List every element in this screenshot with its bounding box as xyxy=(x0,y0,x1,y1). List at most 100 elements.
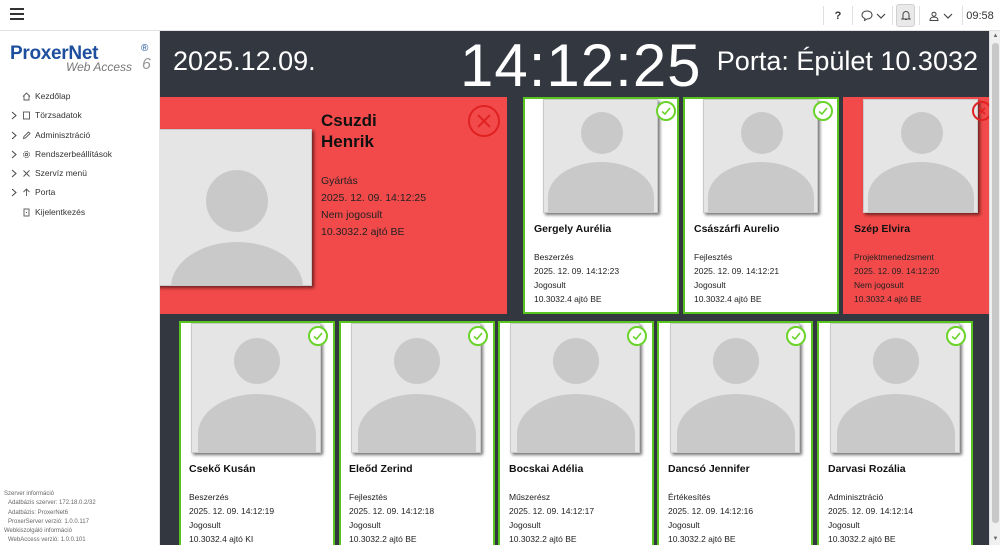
checkmark-icon xyxy=(813,101,833,121)
person-photo-placeholder xyxy=(160,129,312,286)
person-photo-placeholder xyxy=(351,323,481,453)
sidebar: ProxerNet ® Web Access 6 Kezdőlap Törzsa… xyxy=(0,31,160,545)
access-timestamp: 2025. 12. 09. 14:12:17 xyxy=(509,506,595,516)
header-date: 2025.12.09. xyxy=(173,46,316,76)
access-card[interactable]: Szép Elvira Projektmenedzsment 2025. 12.… xyxy=(843,97,989,314)
divider xyxy=(823,6,824,25)
access-status: Jogosult xyxy=(349,520,381,530)
access-card[interactable]: Gergely Aurélia Beszerzés 2025. 12. 09. … xyxy=(523,97,679,314)
sidebar-item-label: Szervíz menü xyxy=(35,168,87,179)
server-info-database: Adatbázis: ProxerNet6 xyxy=(8,509,69,516)
access-door: 10.3032.2 ajtó BE xyxy=(828,534,896,544)
denied-icon xyxy=(972,101,989,121)
server-info-db-server: Adatbázis szerver: 172.18.0.2/32 xyxy=(8,500,96,507)
logo-sub-text: Web Access xyxy=(66,60,133,74)
access-timestamp: 2025. 12. 09. 14:12:16 xyxy=(668,506,754,516)
chevron-right-icon xyxy=(10,111,18,120)
pencil-icon xyxy=(22,130,31,140)
top-bar: ? 09:58 xyxy=(0,0,1000,31)
divider xyxy=(962,6,963,25)
sidebar-item-label: Kezdőlap xyxy=(35,91,71,101)
person-department: Beszerzés xyxy=(534,252,574,262)
proxernet-logo: ProxerNet ® Web Access 6 xyxy=(10,43,156,79)
notifications-button[interactable] xyxy=(896,4,915,27)
sidebar-item-kezdolap[interactable]: Kezdőlap xyxy=(0,87,160,106)
hamburger-menu-icon[interactable] xyxy=(10,8,24,22)
user-icon xyxy=(929,11,939,21)
sidebar-item-label: Kijelentkezés xyxy=(35,206,86,217)
access-card[interactable]: Eleőd Zerind Fejlesztés 2025. 12. 09. 14… xyxy=(339,321,495,545)
person-department: Értékesítés xyxy=(668,492,711,502)
access-door: 10.3032.4 ajtó BE xyxy=(534,294,602,304)
sidebar-item-label: Adminisztráció xyxy=(35,129,91,140)
chat-button[interactable] xyxy=(856,0,890,31)
access-status: Jogosult xyxy=(828,520,860,530)
access-status: Nem jogosult xyxy=(321,209,383,221)
checkmark-icon xyxy=(946,326,966,346)
access-card[interactable]: Bocskai Adélia Műszerész 2025. 12. 09. 1… xyxy=(498,321,654,545)
chevron-down-icon xyxy=(943,13,953,19)
sidebar-item-label: Törzsadatok xyxy=(35,110,82,121)
access-card[interactable]: Csekő Kusán Beszerzés 2025. 12. 09. 14:1… xyxy=(179,321,335,545)
help-button[interactable]: ? xyxy=(829,0,847,31)
chevron-right-icon xyxy=(10,188,18,197)
header-clock: 14:12:25 xyxy=(460,32,702,99)
person-name: Bocskai Adélia xyxy=(509,463,584,475)
server-info-title: Szerver információ xyxy=(4,491,55,497)
person-photo-placeholder xyxy=(510,323,640,453)
access-timestamp: 2025. 12. 09. 14:12:18 xyxy=(349,506,435,516)
scroll-down-arrow-icon[interactable]: ▼ xyxy=(992,536,999,543)
access-status: Jogosult xyxy=(509,520,541,530)
gear-icon xyxy=(22,150,31,159)
scrollbar-thumb[interactable] xyxy=(992,43,999,523)
document-icon xyxy=(22,111,31,120)
sidebar-item-label: Porta xyxy=(35,187,56,198)
access-card[interactable]: Dancsó Jennifer Értékesítés 2025. 12. 09… xyxy=(657,321,813,545)
access-door: 10.3032.4 ajtó KI xyxy=(189,534,254,544)
sidebar-nav: Kezdőlap Törzsadatok Adminisztráció Rend… xyxy=(0,87,160,222)
person-photo-placeholder xyxy=(670,323,800,453)
door-icon xyxy=(22,188,31,197)
sidebar-item-porta[interactable]: Porta xyxy=(0,183,160,202)
person-department: Projektmenedzsment xyxy=(854,252,934,262)
person-photo-placeholder xyxy=(191,323,321,453)
access-status: Jogosult xyxy=(668,520,700,530)
chevron-right-icon xyxy=(10,150,18,159)
porta-monitor: 2025.12.09. 14:12:25 Porta: Épület 10.30… xyxy=(160,31,989,545)
person-photo-placeholder xyxy=(703,99,818,213)
person-name: Gergely Aurélia xyxy=(534,223,612,235)
access-door: 10.3032.2 ajtó BE xyxy=(349,534,417,544)
sidebar-item-szerviz-menu[interactable]: Szervíz menü xyxy=(0,164,160,183)
sidebar-item-kijelentkezes[interactable]: Kijelentkezés xyxy=(0,203,160,222)
checkmark-icon xyxy=(656,101,676,121)
person-photo-placeholder xyxy=(863,99,978,213)
access-timestamp: 2025. 12. 09. 14:12:20 xyxy=(854,266,940,276)
server-info-proxerserver-version: ProxerServer verzió: 1.0.0.117 xyxy=(8,518,89,525)
access-status: Nem jogosult xyxy=(854,280,904,290)
person-name: Darvasi Rozália xyxy=(828,463,906,475)
person-name: Eleőd Zerind xyxy=(349,463,413,475)
checkmark-icon xyxy=(627,326,647,346)
access-card[interactable]: Császárfi Aurelio Fejlesztés 2025. 12. 0… xyxy=(683,97,839,314)
access-status: Jogosult xyxy=(189,520,221,530)
user-menu-button[interactable] xyxy=(924,0,958,31)
scroll-up-arrow-icon[interactable]: ▲ xyxy=(992,33,999,40)
access-timestamp: 2025. 12. 09. 14:12:25 xyxy=(321,192,427,204)
access-status: Jogosult xyxy=(694,280,726,290)
chevron-down-icon xyxy=(876,13,885,19)
chat-bubble-icon xyxy=(860,10,873,21)
access-timestamp: 2025. 12. 09. 14:12:21 xyxy=(694,266,780,276)
sidebar-item-torzsadatok[interactable]: Törzsadatok xyxy=(0,106,160,125)
person-photo-placeholder xyxy=(830,323,960,453)
access-door: 10.3032.2 ajtó BE xyxy=(668,534,736,544)
access-card-latest[interactable]: Csuzdi Henrik Gyártás 2025. 12. 09. 14:1… xyxy=(160,97,507,314)
sidebar-item-rendszerbeallitasok[interactable]: Rendszerbeállítások xyxy=(0,145,160,164)
access-door: 10.3032.2 ajtó BE xyxy=(509,534,577,544)
access-timestamp: 2025. 12. 09. 14:12:14 xyxy=(828,506,914,516)
vertical-scrollbar[interactable]: ▲ ▼ xyxy=(989,31,1000,545)
person-department: Műszerész xyxy=(509,492,551,502)
clock-display: 09:58 xyxy=(966,9,994,22)
access-door: 10.3032.2 ajtó BE xyxy=(321,226,405,238)
sidebar-item-adminisztracio[interactable]: Adminisztráció xyxy=(0,126,160,145)
access-card[interactable]: Darvasi Rozália Adminisztráció 2025. 12.… xyxy=(817,321,973,545)
